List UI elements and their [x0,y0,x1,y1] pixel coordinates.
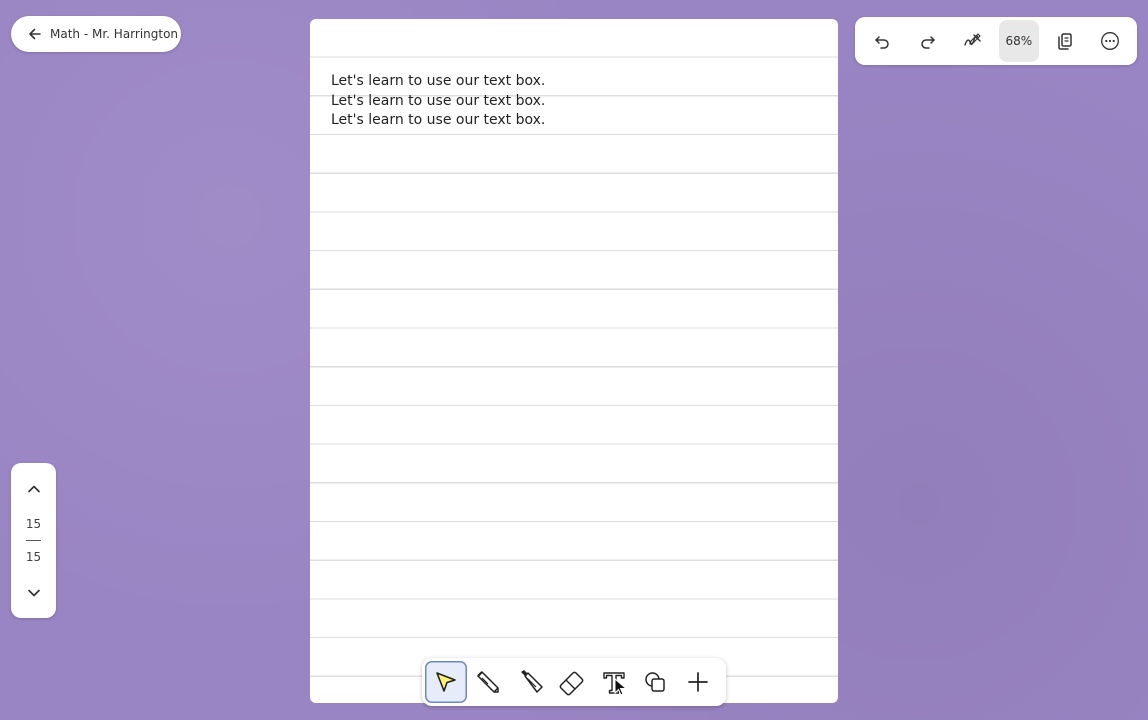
plus-icon [688,672,708,692]
marker-icon [521,670,543,693]
top-toolbar: 68% [855,17,1137,65]
drawing-toolbar [422,658,726,706]
shapes-icon [645,672,665,692]
text-box[interactable]: Let's learn to use our text box. Let's l… [331,72,661,131]
marker-tool[interactable] [509,661,551,703]
arrow-left-icon [29,28,41,40]
pen-off-icon [964,33,981,46]
pen-toggle-button[interactable] [953,20,994,62]
total-page-count: 15 [25,550,42,564]
class-title: Math - Mr. Harrington [50,27,179,41]
pencil-icon [477,671,499,693]
eraser-tool[interactable] [551,661,593,703]
eraser-icon [559,671,584,696]
undo-button[interactable] [862,20,903,62]
back-button[interactable]: Math - Mr. Harrington [11,16,181,52]
text-line: Let's learn to use our text box. [331,92,546,109]
chevron-up-icon [27,485,40,493]
add-tool[interactable] [677,661,719,703]
redo-button[interactable] [907,20,948,62]
page-divider [26,540,41,541]
shapes-tool[interactable] [635,661,677,703]
previous-page-button[interactable] [17,474,50,504]
undo-icon [875,36,889,49]
select-tool[interactable] [425,661,467,703]
zoom-level: 68% [1005,34,1033,48]
pencil-tool[interactable] [467,661,509,703]
notebook-page[interactable]: Let's learn to use our text box. Let's l… [310,19,838,703]
mouse-cursor-icon [614,678,628,696]
text-line: Let's learn to use our text box. [331,112,546,128]
next-page-button[interactable] [17,578,50,608]
more-button[interactable] [1090,20,1131,62]
redo-icon [920,36,935,49]
pages-icon [1057,33,1072,50]
chevron-down-icon [27,589,40,597]
page-navigator: 15 15 [11,463,56,618]
zoom-level-button[interactable]: 68% [998,20,1040,62]
pages-button[interactable] [1044,20,1085,62]
text-line: Let's learn to use our text box. [331,73,546,89]
current-page-number: 15 [25,517,42,531]
more-icon [1101,32,1120,50]
select-pointer-icon [436,672,456,692]
